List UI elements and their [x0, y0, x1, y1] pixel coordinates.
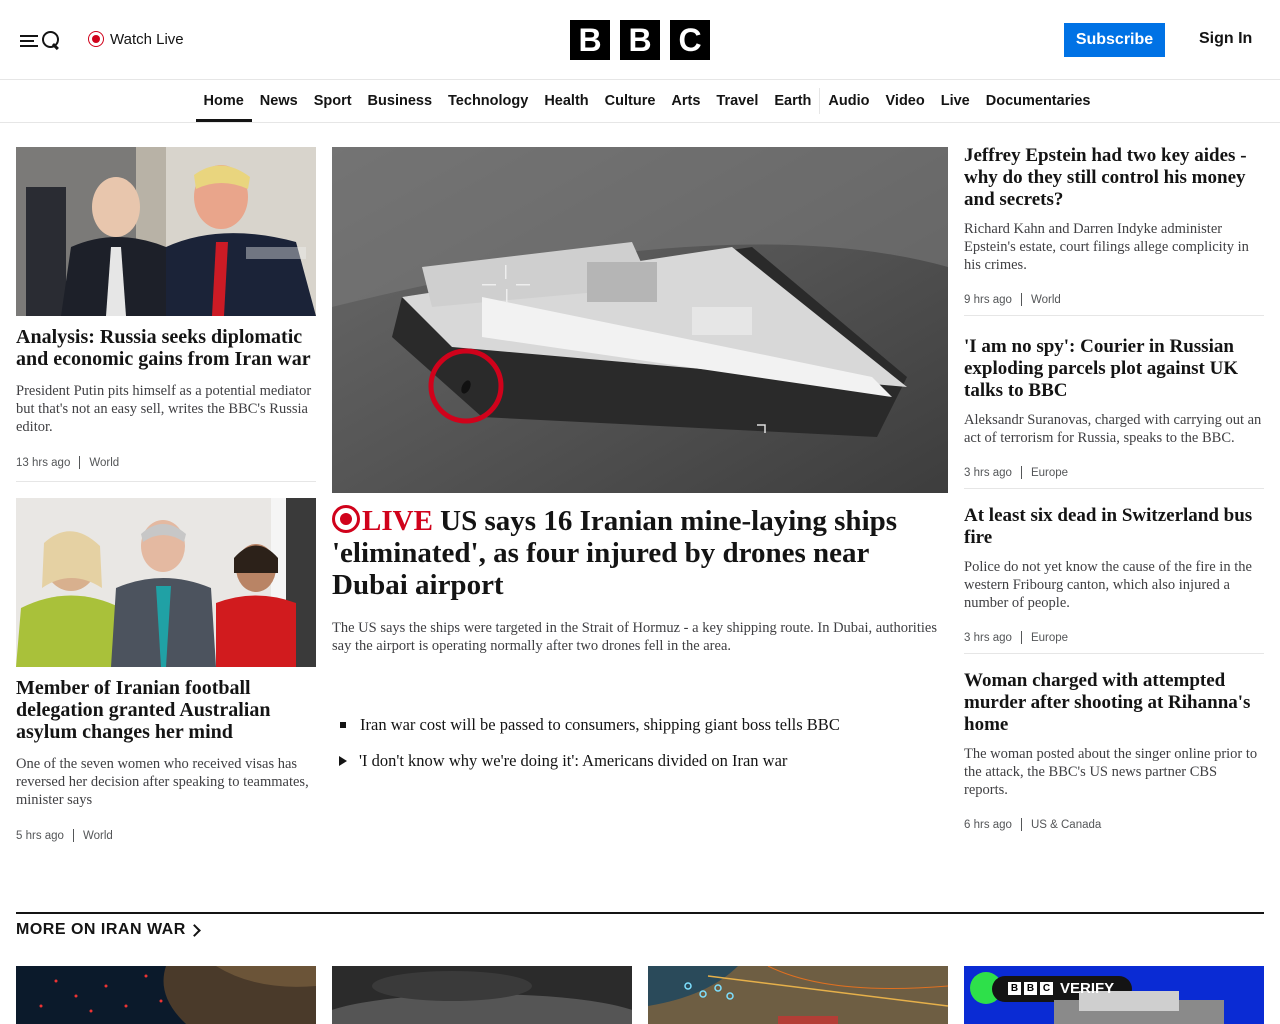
- story-headline[interactable]: Jeffrey Epstein had two key aides - why …: [964, 145, 1264, 211]
- nav-item-travel[interactable]: Travel: [708, 80, 766, 122]
- bbc-verify-logo: B B C VERIFY: [1008, 980, 1114, 997]
- watch-live-link[interactable]: Watch Live: [88, 29, 184, 49]
- lead-story[interactable]: LIVE US says 16 Iranian mine-laying ship…: [332, 147, 948, 771]
- story-meta: 3 hrs ago Europe: [964, 466, 1264, 479]
- logo-letter: B: [1008, 982, 1021, 995]
- story-meta: 9 hrs ago World: [964, 293, 1264, 306]
- story-time: 3 hrs ago: [964, 466, 1012, 479]
- subscribe-button[interactable]: Subscribe: [1064, 23, 1165, 57]
- story-section[interactable]: Europe: [1031, 632, 1068, 644]
- story-headline[interactable]: 'I am no spy': Courier in Russian explod…: [964, 336, 1264, 402]
- live-icon: [332, 505, 360, 533]
- divider: [964, 315, 1264, 316]
- menu-icon: [20, 32, 38, 48]
- story-summary: The woman posted about the singer online…: [964, 746, 1258, 798]
- story-headline[interactable]: At least six dead in Switzerland bus fir…: [964, 505, 1264, 549]
- story-time: 5 hrs ago: [16, 829, 64, 842]
- story-time: 9 hrs ago: [964, 293, 1012, 306]
- search-icon: [41, 30, 61, 50]
- lead-image[interactable]: [332, 147, 948, 493]
- story-time: 13 hrs ago: [16, 456, 71, 469]
- related-link-text: Iran war cost will be passed to consumer…: [360, 715, 840, 734]
- divider: [964, 488, 1264, 489]
- play-icon: [339, 756, 347, 766]
- nav-item-technology[interactable]: Technology: [440, 80, 536, 122]
- bullet-icon: [340, 722, 346, 728]
- story-summary: Police do not yet know the cause of the …: [964, 559, 1252, 611]
- nav-item-business[interactable]: Business: [360, 80, 440, 122]
- sign-in-button[interactable]: Sign In: [1199, 30, 1252, 48]
- lead-headline[interactable]: LIVE US says 16 Iranian mine-laying ship…: [332, 505, 948, 601]
- left-column: Analysis: Russia seeks diplomatic and ec…: [16, 147, 316, 842]
- story-image[interactable]: [16, 498, 316, 667]
- nav-item-news[interactable]: News: [252, 80, 306, 122]
- nav-item-audio[interactable]: Audio: [820, 80, 877, 122]
- main-nav: Home News Sport Business Technology Heal…: [0, 80, 1280, 123]
- story-thumbnail[interactable]: [332, 966, 632, 1024]
- story-section[interactable]: World: [89, 457, 119, 469]
- nav-item-arts[interactable]: Arts: [663, 80, 708, 122]
- story-card[interactable]: Jeffrey Epstein had two key aides - why …: [964, 145, 1264, 306]
- menu-search-button[interactable]: [20, 26, 64, 54]
- story-headline[interactable]: Woman charged with attempted murder afte…: [964, 670, 1264, 736]
- story-section[interactable]: World: [83, 830, 113, 842]
- related-links: Iran war cost will be passed to consumer…: [332, 715, 948, 771]
- nav-item-sport[interactable]: Sport: [306, 80, 360, 122]
- story-headline[interactable]: Analysis: Russia seeks diplomatic and ec…: [16, 326, 316, 370]
- story-section[interactable]: Europe: [1031, 467, 1068, 479]
- story-thumbnail[interactable]: [16, 966, 316, 1024]
- story-meta: 5 hrs ago World: [16, 829, 316, 842]
- logo-letter: B: [620, 20, 660, 60]
- nav-item-health[interactable]: Health: [536, 80, 596, 122]
- story-headline[interactable]: Member of Iranian football delegation gr…: [16, 677, 316, 743]
- story-summary: Aleksandr Suranovas, charged with carryi…: [964, 412, 1262, 446]
- story-meta: 6 hrs ago US & Canada: [964, 818, 1264, 831]
- story-card[interactable]: 'I am no spy': Courier in Russian explod…: [964, 336, 1264, 479]
- section-title: MORE ON IRAN WAR: [16, 921, 186, 938]
- lead-summary: The US says the ships were targeted in t…: [332, 620, 937, 654]
- chevron-right-icon: [187, 923, 201, 937]
- story-card[interactable]: Analysis: Russia seeks diplomatic and ec…: [16, 147, 316, 469]
- story-thumbnail[interactable]: [648, 966, 948, 1024]
- story-meta: 3 hrs ago Europe: [964, 631, 1264, 644]
- related-video-link[interactable]: 'I don't know why we're doing it': Ameri…: [332, 751, 948, 771]
- live-icon: [88, 31, 104, 47]
- story-image[interactable]: [16, 147, 316, 316]
- divider: [16, 481, 316, 482]
- nav-item-live[interactable]: Live: [933, 80, 978, 122]
- nav-item-home[interactable]: Home: [195, 80, 253, 122]
- bbc-logo[interactable]: B B C: [570, 20, 710, 60]
- logo-letter: B: [570, 20, 610, 60]
- nav-item-documentaries[interactable]: Documentaries: [978, 80, 1099, 122]
- related-link[interactable]: Iran war cost will be passed to consumer…: [332, 715, 948, 735]
- story-time: 6 hrs ago: [964, 818, 1012, 831]
- related-link-text: 'I don't know why we're doing it': Ameri…: [359, 751, 788, 770]
- story-meta: 13 hrs ago World: [16, 456, 316, 469]
- story-card[interactable]: Woman charged with attempted murder afte…: [964, 670, 1264, 831]
- section-rule: [16, 912, 1264, 914]
- site-header: Watch Live B B C Subscribe Sign In: [0, 0, 1280, 80]
- story-section[interactable]: US & Canada: [1031, 819, 1101, 831]
- live-badge: LIVE: [332, 505, 433, 537]
- story-summary: President Putin pits himself as a potent…: [16, 383, 312, 435]
- story-thumbnail[interactable]: B B C VERIFY: [964, 966, 1264, 1024]
- watch-live-label: Watch Live: [110, 30, 184, 48]
- logo-letter: B: [1024, 982, 1037, 995]
- nav-item-culture[interactable]: Culture: [597, 80, 664, 122]
- verify-label: VERIFY: [1060, 980, 1115, 997]
- story-summary: One of the seven women who received visa…: [16, 756, 309, 808]
- more-on-iran-war-link[interactable]: MORE ON IRAN WAR: [16, 921, 201, 939]
- right-column: Jeffrey Epstein had two key aides - why …: [964, 145, 1264, 831]
- story-card[interactable]: At least six dead in Switzerland bus fir…: [964, 505, 1264, 644]
- story-section[interactable]: World: [1031, 294, 1061, 306]
- live-label: LIVE: [362, 505, 433, 537]
- story-summary: Richard Kahn and Darren Indyke administe…: [964, 221, 1249, 273]
- logo-letter: C: [1040, 982, 1053, 995]
- logo-letter: C: [670, 20, 710, 60]
- story-time: 3 hrs ago: [964, 631, 1012, 644]
- nav-item-earth[interactable]: Earth: [766, 80, 819, 122]
- divider: [964, 653, 1264, 654]
- nav-item-video[interactable]: Video: [878, 80, 933, 122]
- story-card[interactable]: Member of Iranian football delegation gr…: [16, 498, 316, 842]
